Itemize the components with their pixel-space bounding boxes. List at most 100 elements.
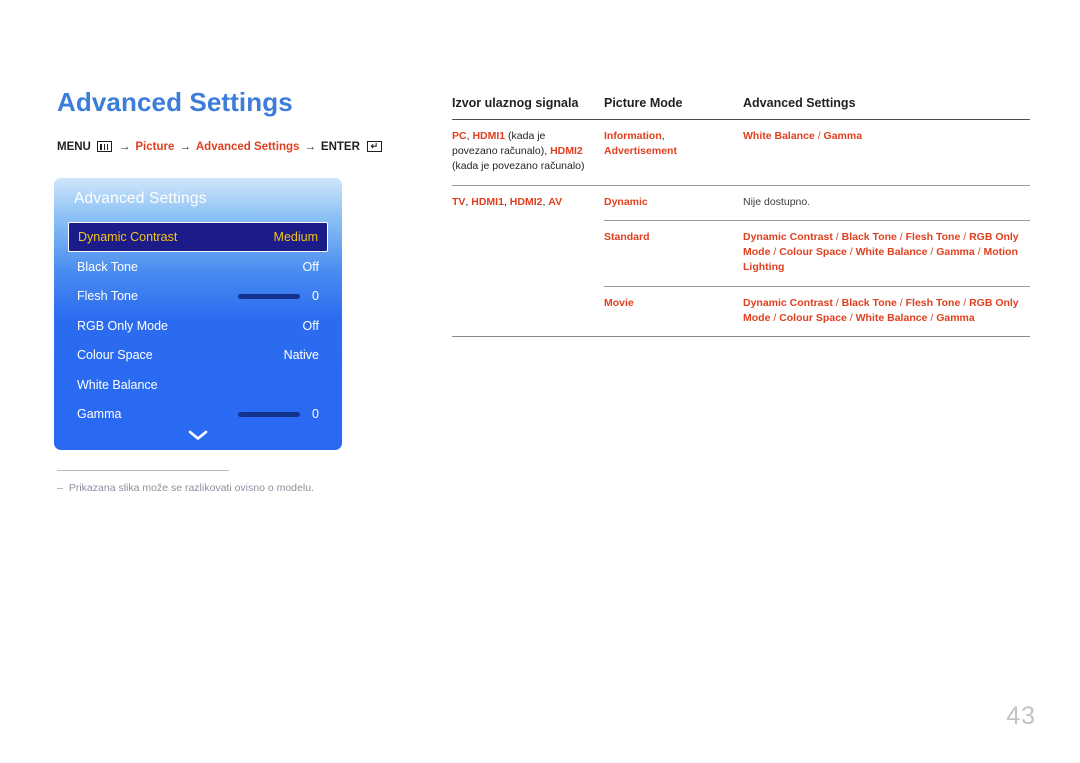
table-cell-input-source bbox=[452, 286, 604, 337]
cell-text-fragment: White Balance bbox=[743, 130, 815, 142]
cell-text-fragment: / bbox=[960, 230, 970, 243]
cell-text-fragment: / bbox=[770, 311, 780, 324]
cell-text-fragment: HDMI2 bbox=[550, 145, 583, 158]
table-cell-input-source: TV, HDMI1, HDMI2, AV bbox=[452, 184, 604, 221]
cell-text-fragment: Movie bbox=[604, 296, 634, 309]
table-header-input-source: Izvor ulaznog signala bbox=[452, 96, 604, 120]
cell-text-fragment: / bbox=[814, 130, 824, 142]
cell-text-fragment: Black Tone bbox=[841, 230, 897, 243]
breadcrumb: MENU → Picture → Advanced Settings → ENT… bbox=[57, 141, 417, 153]
cell-text-fragment: White Balance bbox=[855, 246, 928, 259]
table-header-advanced-settings: Advanced Settings bbox=[743, 96, 1030, 120]
cell-text-fragment: / bbox=[832, 296, 842, 309]
table-row: Standard Dynamic Contrast / Black Tone / … bbox=[452, 219, 1030, 287]
tv-menu-row[interactable]: Flesh Tone 0 bbox=[68, 282, 328, 312]
slider-track[interactable] bbox=[238, 294, 300, 299]
table-cell-picture-mode: Movie bbox=[604, 285, 743, 337]
compatibility-table-wrapper: Izvor ulaznog signala Picture Mode Advan… bbox=[452, 96, 1030, 337]
tv-menu-row[interactable]: Colour Space Native bbox=[68, 341, 328, 371]
chevron-down-icon[interactable] bbox=[54, 429, 342, 441]
compatibility-table: Izvor ulaznog signala Picture Mode Advan… bbox=[452, 96, 1030, 337]
cell-text-fragment: Nije dostupno. bbox=[743, 195, 811, 208]
table-cell-advanced-settings: Dynamic Contrast / Black Tone / Flesh To… bbox=[743, 219, 1030, 287]
table-row: TV, HDMI1, HDMI2, AV Dynamic Nije dostupno… bbox=[452, 184, 1030, 221]
cell-text-fragment: / bbox=[960, 296, 970, 309]
breadcrumb-enter-label: ENTER bbox=[320, 140, 360, 153]
table-header-picture-mode: Picture Mode bbox=[604, 96, 743, 120]
tv-menu-row-slider[interactable]: 0 bbox=[238, 289, 319, 303]
table-row: PC, HDMI1 (kada je povezano računalo), H… bbox=[452, 120, 1030, 186]
cell-text-fragment: Gamma bbox=[936, 246, 975, 259]
menu-grid-icon bbox=[96, 141, 112, 153]
tv-menu-row[interactable]: Dynamic Contrast Medium bbox=[68, 222, 328, 252]
cell-text-fragment: , bbox=[661, 130, 665, 142]
tv-menu-row[interactable]: Black Tone Off bbox=[68, 252, 328, 282]
cell-text-fragment: Dynamic bbox=[604, 195, 648, 208]
footnote-text-row: – Prikazana slika može se razlikovati ov… bbox=[57, 482, 387, 496]
tv-menu-row-slider[interactable]: 0 bbox=[238, 407, 319, 421]
breadcrumb-item-advanced-settings[interactable]: Advanced Settings bbox=[196, 141, 300, 153]
page-number: 43 bbox=[1006, 702, 1036, 730]
tv-settings-panel: Advanced Settings Dynamic Contrast Medium… bbox=[54, 178, 342, 450]
cell-text-fragment: Information bbox=[604, 130, 662, 142]
left-column: Advanced Settings MENU → Picture → Advan… bbox=[57, 88, 417, 153]
cell-text-fragment: / bbox=[846, 311, 856, 324]
tv-menu-row[interactable]: Gamma 0 bbox=[68, 400, 328, 430]
cell-text-fragment: / bbox=[927, 246, 937, 259]
table-cell-advanced-settings: White Balance / Gamma bbox=[743, 120, 1030, 186]
tv-menu-row-label: Gamma bbox=[77, 407, 122, 422]
cell-text-fragment: Colour Space bbox=[779, 246, 847, 259]
cell-text-fragment: Flesh Tone bbox=[905, 296, 961, 309]
cell-text-fragment: HDMI1 bbox=[471, 195, 504, 208]
enter-return-icon: ↵ bbox=[366, 141, 382, 153]
footnote-divider bbox=[57, 470, 229, 471]
cell-text-fragment: Gamma bbox=[936, 311, 975, 324]
table-header-row: Izvor ulaznog signala Picture Mode Advan… bbox=[452, 96, 1030, 120]
footnote: – Prikazana slika može se razlikovati ov… bbox=[57, 470, 387, 496]
tv-menu-row[interactable]: RGB Only Mode Off bbox=[68, 311, 328, 341]
tv-panel-title: Advanced Settings bbox=[74, 190, 207, 207]
tv-menu-row-value: Native bbox=[283, 348, 319, 363]
table-cell-advanced-settings: Nije dostupno. bbox=[743, 184, 1030, 221]
slider-track[interactable] bbox=[238, 412, 300, 417]
cell-text-fragment: HDMI1 bbox=[472, 130, 506, 142]
page-title: Advanced Settings bbox=[57, 87, 293, 117]
tv-menu-row-label: Flesh Tone bbox=[77, 289, 138, 304]
table-body: PC, HDMI1 (kada je povezano računalo), H… bbox=[452, 120, 1030, 337]
table-row: Movie Dynamic Contrast / Black Tone / Fle… bbox=[452, 285, 1030, 337]
table-cell-picture-mode: Information, Advertisement bbox=[604, 120, 743, 186]
table-cell-input-source bbox=[452, 220, 604, 286]
tv-menu-list: Dynamic Contrast Medium Black Tone Off Flesh… bbox=[54, 222, 342, 429]
table-cell-input-source: PC, HDMI1 (kada je povezano računalo), H… bbox=[452, 120, 604, 186]
cell-text-fragment: / bbox=[846, 246, 856, 259]
breadcrumb-menu-label: MENU bbox=[57, 140, 91, 153]
cell-text-fragment: Black Tone bbox=[841, 296, 897, 309]
cell-text-fragment: Flesh Tone bbox=[905, 230, 961, 243]
cell-text-fragment: (kada je povezano računalo) bbox=[452, 160, 585, 173]
cell-text-fragment: Advertisement bbox=[604, 145, 677, 158]
cell-text-fragment: / bbox=[770, 246, 780, 259]
cell-text-fragment: / bbox=[832, 230, 842, 243]
breadcrumb-item-picture[interactable]: Picture bbox=[135, 141, 174, 153]
tv-menu-row-value: 0 bbox=[312, 289, 319, 304]
cell-text-fragment: TV bbox=[452, 195, 466, 208]
tv-menu-row-value: 0 bbox=[312, 407, 319, 422]
cell-text-fragment: White Balance bbox=[855, 311, 928, 324]
cell-text-fragment: / bbox=[896, 296, 906, 309]
cell-text-fragment: / bbox=[927, 311, 937, 324]
cell-text-fragment: Gamma bbox=[823, 130, 863, 142]
breadcrumb-arrow-2: → bbox=[179, 140, 191, 153]
tv-menu-row-label: RGB Only Mode bbox=[77, 318, 169, 333]
tv-menu-row-label: White Balance bbox=[77, 377, 158, 392]
tv-menu-row-label: Dynamic Contrast bbox=[78, 230, 178, 244]
cell-text-fragment: Standard bbox=[604, 230, 650, 243]
table-cell-advanced-settings: Dynamic Contrast / Black Tone / Flesh To… bbox=[743, 285, 1030, 337]
breadcrumb-arrow-3: → bbox=[304, 140, 316, 153]
tv-menu-row-value: Medium bbox=[273, 230, 318, 244]
footnote-text: Prikazana slika može se razlikovati ovis… bbox=[68, 482, 314, 494]
breadcrumb-arrow-1: → bbox=[118, 140, 131, 153]
table-cell-picture-mode: Dynamic bbox=[604, 184, 743, 221]
cell-text-fragment: AV bbox=[548, 195, 563, 208]
tv-menu-row[interactable]: White Balance bbox=[68, 370, 328, 400]
tv-menu-row-label: Colour Space bbox=[77, 348, 153, 363]
